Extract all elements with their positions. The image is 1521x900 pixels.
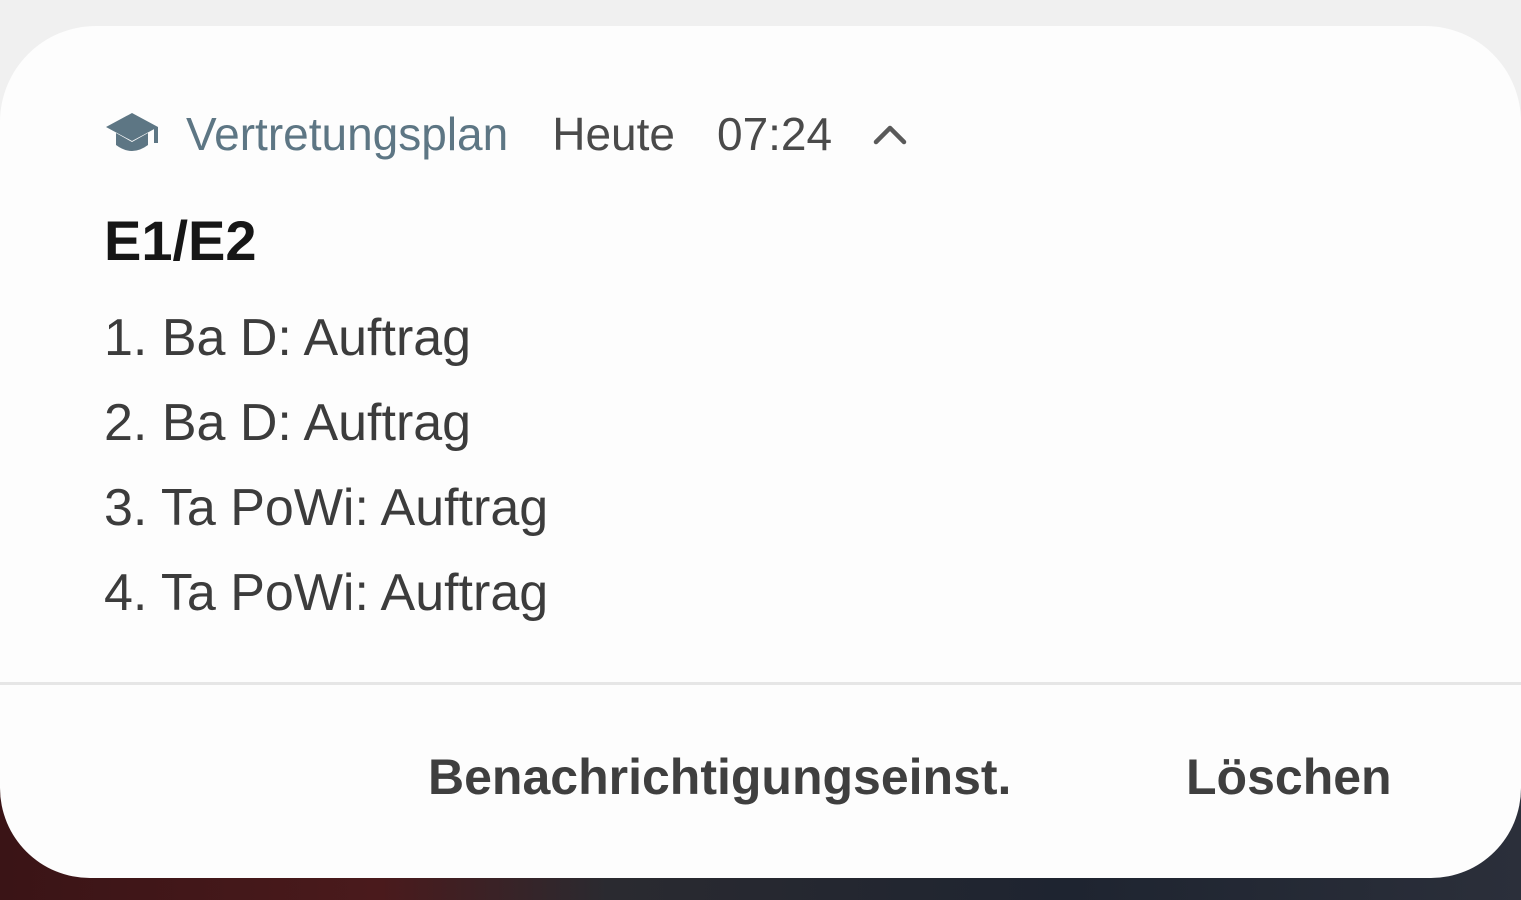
list-item: 2. Ba D: Auftrag (104, 394, 472, 452)
list-item: 3. Ta PoWi: Auftrag (104, 479, 549, 537)
notification-header: Vertretungsplan Heute 07:24 (104, 106, 910, 162)
notification-settings-button[interactable]: Benachrichtigungseinst. (428, 748, 1011, 806)
clear-button[interactable]: Löschen (1186, 748, 1392, 806)
list-item: 4. Ta PoWi: Auftrag (104, 564, 549, 622)
notification-card[interactable]: Vertretungsplan Heute 07:24 E1/E2 1. Ba … (0, 26, 1521, 878)
list-item: 1. Ba D: Auftrag (104, 309, 472, 367)
divider (0, 682, 1521, 685)
notification-lines: 1. Ba D: Auftrag 2. Ba D: Auftrag 3. Ta … (104, 308, 548, 648)
app-name: Vertretungsplan (186, 108, 509, 160)
chevron-up-icon[interactable] (870, 114, 910, 154)
notification-day: Heute (552, 108, 675, 160)
notification-title: E1/E2 (104, 209, 257, 272)
notification-time: 07:24 (716, 108, 833, 160)
graduation-cap-icon (104, 106, 160, 162)
notification-actions: Benachrichtigungseinst. Löschen (0, 748, 1521, 818)
